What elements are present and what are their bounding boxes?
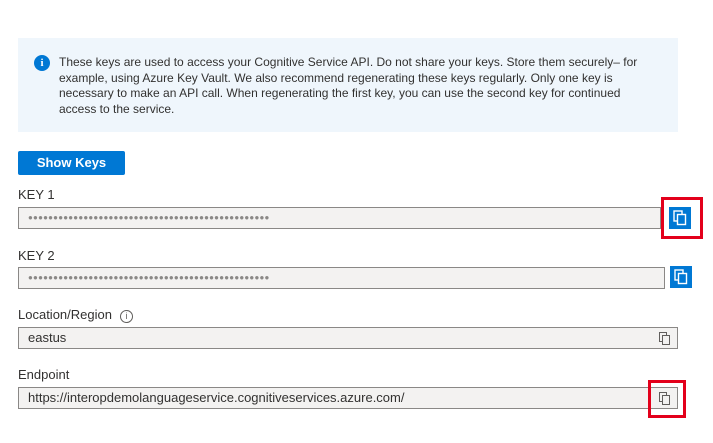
location-label: Location/Region i (18, 307, 133, 323)
info-icon: i (34, 55, 50, 71)
key2-field[interactable]: ●●●●●●●●●●●●●●●●●●●●●●●●●●●●●●●●●●●●●●●●… (18, 267, 665, 289)
endpoint-copy-highlight (648, 380, 686, 418)
location-field[interactable]: eastus (18, 327, 678, 349)
show-keys-button[interactable]: Show Keys (18, 151, 125, 175)
key1-label: KEY 1 (18, 187, 55, 202)
key1-masked-value: ●●●●●●●●●●●●●●●●●●●●●●●●●●●●●●●●●●●●●●●●… (28, 213, 270, 222)
key2-label: KEY 2 (18, 248, 55, 263)
key2-copy-button[interactable] (670, 266, 692, 288)
info-message-text: These keys are used to access your Cogni… (59, 55, 638, 116)
location-label-text: Location/Region (18, 307, 112, 322)
endpoint-field[interactable]: https://interopdemolanguageservice.cogni… (18, 387, 678, 409)
info-circle-icon[interactable]: i (119, 310, 133, 323)
endpoint-label: Endpoint (18, 367, 70, 382)
key2-masked-value: ●●●●●●●●●●●●●●●●●●●●●●●●●●●●●●●●●●●●●●●●… (28, 273, 270, 282)
key1-copy-highlight (661, 197, 703, 239)
copy-icon[interactable] (659, 332, 671, 345)
keys-and-endpoint-page: i These keys are used to access your Cog… (0, 0, 713, 443)
endpoint-value: https://interopdemolanguageservice.cogni… (28, 390, 405, 405)
info-message-bar: i These keys are used to access your Cog… (18, 38, 678, 132)
location-value: eastus (28, 330, 67, 345)
key1-field[interactable]: ●●●●●●●●●●●●●●●●●●●●●●●●●●●●●●●●●●●●●●●●… (18, 207, 661, 229)
copy-icon (674, 269, 688, 285)
